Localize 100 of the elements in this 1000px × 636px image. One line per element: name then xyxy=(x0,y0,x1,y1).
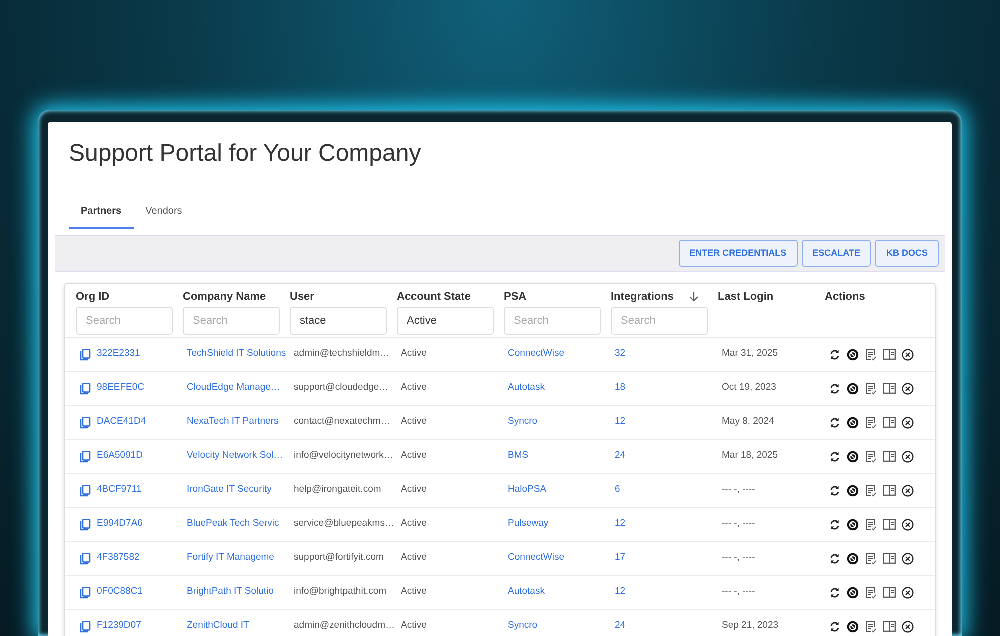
toolbar-button[interactable]: KB DOCS xyxy=(875,240,939,267)
notes-icon[interactable] xyxy=(865,586,877,598)
notes-icon[interactable] xyxy=(865,416,877,428)
integrations-link[interactable]: 6 xyxy=(615,484,620,496)
org-id-link[interactable]: 98EEFE0C xyxy=(97,381,145,396)
block-icon[interactable] xyxy=(847,586,859,598)
close-icon[interactable] xyxy=(902,552,914,564)
company-link[interactable]: Velocity Network Sol… xyxy=(187,450,284,462)
company-link[interactable]: ZenithCloud IT xyxy=(187,620,250,632)
filter-field[interactable]: Search xyxy=(76,307,173,335)
block-icon[interactable] xyxy=(847,450,859,462)
notes-icon[interactable] xyxy=(865,450,877,462)
notes-icon[interactable] xyxy=(865,620,877,632)
copy-icon[interactable] xyxy=(80,382,91,394)
column-header[interactable]: Org ID xyxy=(76,288,110,306)
notes-icon[interactable] xyxy=(865,484,877,496)
toolbar-button[interactable]: ENTER CREDENTIALS xyxy=(678,240,798,267)
copy-icon[interactable] xyxy=(80,416,91,428)
psa-link[interactable]: Pulseway xyxy=(508,518,549,530)
filter-field[interactable]: Active xyxy=(397,307,494,335)
column-header[interactable]: Last Login xyxy=(718,288,774,306)
filter-field[interactable]: Search xyxy=(504,307,601,335)
copy-icon[interactable] xyxy=(80,484,91,496)
org-id-link[interactable]: 322E2331 xyxy=(97,347,140,362)
integrations-link[interactable]: 24 xyxy=(615,620,626,632)
psa-link[interactable]: BMS xyxy=(508,450,529,462)
tab[interactable]: Partners xyxy=(69,200,134,229)
org-id-link[interactable]: 0F0C88C1 xyxy=(97,585,143,600)
integrations-link[interactable]: 24 xyxy=(615,450,626,462)
org-id-link[interactable]: DACE41D4 xyxy=(97,415,146,430)
psa-link[interactable]: ConnectWise xyxy=(508,348,564,360)
split-panel-icon[interactable] xyxy=(883,451,896,462)
integrations-link[interactable]: 12 xyxy=(615,416,626,428)
close-icon[interactable] xyxy=(902,518,914,530)
company-link[interactable]: CloudEdge Manage… xyxy=(187,382,280,394)
filter-field[interactable]: stace xyxy=(290,307,387,335)
copy-icon[interactable] xyxy=(80,450,91,462)
refresh-icon[interactable] xyxy=(829,416,841,428)
column-header[interactable]: Account State xyxy=(397,288,471,306)
split-panel-icon[interactable] xyxy=(883,519,896,530)
column-header[interactable]: Integrations xyxy=(611,288,674,306)
close-icon[interactable] xyxy=(902,484,914,496)
refresh-icon[interactable] xyxy=(829,518,841,530)
company-link[interactable]: TechShield IT Solutions xyxy=(187,348,286,360)
copy-icon[interactable] xyxy=(80,552,91,564)
org-id-link[interactable]: F1239D07 xyxy=(97,619,142,634)
filter-field[interactable]: Search xyxy=(183,307,280,335)
block-icon[interactable] xyxy=(847,620,859,632)
copy-icon[interactable] xyxy=(80,620,91,632)
integrations-link[interactable]: 17 xyxy=(615,552,626,564)
close-icon[interactable] xyxy=(902,348,914,360)
split-panel-icon[interactable] xyxy=(883,621,896,632)
block-icon[interactable] xyxy=(847,348,859,360)
psa-link[interactable]: Syncro xyxy=(508,416,538,428)
refresh-icon[interactable] xyxy=(829,552,841,564)
split-panel-icon[interactable] xyxy=(883,383,896,394)
refresh-icon[interactable] xyxy=(829,450,841,462)
split-panel-icon[interactable] xyxy=(883,349,896,360)
close-icon[interactable] xyxy=(902,416,914,428)
integrations-link[interactable]: 32 xyxy=(615,348,626,360)
psa-link[interactable]: Autotask xyxy=(508,382,545,394)
tab[interactable]: Vendors xyxy=(134,200,194,229)
psa-link[interactable]: HaloPSA xyxy=(508,484,547,496)
refresh-icon[interactable] xyxy=(829,484,841,496)
org-id-link[interactable]: E994D7A6 xyxy=(97,517,143,532)
column-header[interactable]: Company Name xyxy=(183,288,266,306)
toolbar-button[interactable]: ESCALATE xyxy=(802,240,872,267)
org-id-link[interactable]: E6A5091D xyxy=(97,449,143,464)
refresh-icon[interactable] xyxy=(829,348,841,360)
block-icon[interactable] xyxy=(847,552,859,564)
integrations-link[interactable]: 12 xyxy=(615,586,626,598)
refresh-icon[interactable] xyxy=(829,382,841,394)
column-header[interactable]: Actions xyxy=(825,288,866,306)
psa-link[interactable]: ConnectWise xyxy=(508,552,564,564)
split-panel-icon[interactable] xyxy=(883,485,896,496)
notes-icon[interactable] xyxy=(865,518,877,530)
company-link[interactable]: BluePeak Tech Servic xyxy=(187,518,280,530)
org-id-link[interactable]: 4F387582 xyxy=(97,551,140,566)
notes-icon[interactable] xyxy=(865,382,877,394)
refresh-icon[interactable] xyxy=(829,586,841,598)
block-icon[interactable] xyxy=(847,518,859,530)
notes-icon[interactable] xyxy=(865,552,877,564)
block-icon[interactable] xyxy=(847,484,859,496)
integrations-link[interactable]: 12 xyxy=(615,518,626,530)
close-icon[interactable] xyxy=(902,620,914,632)
notes-icon[interactable] xyxy=(865,348,877,360)
company-link[interactable]: IronGate IT Security xyxy=(187,484,272,496)
close-icon[interactable] xyxy=(902,586,914,598)
psa-link[interactable]: Syncro xyxy=(508,620,538,632)
close-icon[interactable] xyxy=(902,450,914,462)
split-panel-icon[interactable] xyxy=(883,587,896,598)
column-header[interactable]: PSA xyxy=(504,288,527,306)
split-panel-icon[interactable] xyxy=(883,553,896,564)
psa-link[interactable]: Autotask xyxy=(508,586,545,598)
company-link[interactable]: Fortify IT Manageme xyxy=(187,552,274,564)
org-id-link[interactable]: 4BCF9711 xyxy=(97,483,142,498)
column-header[interactable]: User xyxy=(290,288,314,306)
company-link[interactable]: NexaTech IT Partners xyxy=(187,416,279,428)
block-icon[interactable] xyxy=(847,382,859,394)
refresh-icon[interactable] xyxy=(829,620,841,632)
